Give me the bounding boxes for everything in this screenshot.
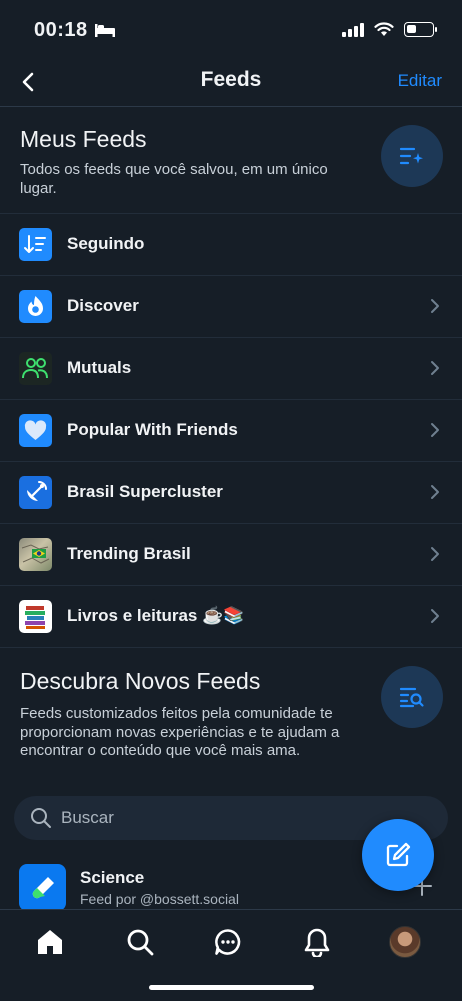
search-icon: [31, 808, 51, 828]
books-icon: [19, 600, 52, 633]
my-feeds-header: Meus Feeds Todos os feeds que você salvo…: [20, 126, 360, 198]
my-feeds-list: Seguindo Discover Mutuals Popular With F…: [0, 213, 462, 648]
feed-row-trending-brasil[interactable]: Trending Brasil: [0, 523, 462, 585]
list-search-icon: [399, 687, 424, 708]
feed-label: Popular With Friends: [67, 420, 238, 439]
avatar: [389, 926, 421, 958]
chevron-right-icon: [431, 485, 439, 499]
search-icon: [127, 929, 154, 956]
discover-header: Descubra Novos Feeds Feeds customizados …: [20, 668, 365, 761]
my-feeds-title: Meus Feeds: [20, 126, 147, 152]
chat-bubble-icon: [215, 929, 241, 955]
feed-row-seguindo[interactable]: Seguindo: [0, 213, 462, 275]
wifi-icon: [374, 22, 394, 36]
status-time: 00:18: [34, 19, 88, 41]
discover-flame-icon: [19, 290, 52, 323]
home-icon: [38, 930, 62, 954]
chevron-right-icon: [431, 423, 439, 437]
search-feeds-button[interactable]: [381, 666, 443, 728]
status-bar: 00:18: [0, 0, 462, 60]
feed-label: Mutuals: [67, 358, 132, 377]
home-indicator: [149, 985, 314, 990]
feed-name: Science: [80, 868, 145, 887]
following-sort-icon: [19, 228, 52, 261]
chevron-right-icon: [431, 361, 439, 375]
search-placeholder: Buscar: [61, 808, 114, 827]
satellite-icon: [19, 476, 52, 509]
my-feeds-description: Todos os feeds que você salvou, em um ún…: [20, 161, 328, 197]
heart-icon: [19, 414, 52, 447]
feed-row-livros-e-leituras[interactable]: Livros e leituras ☕📚: [0, 585, 462, 647]
feed-row-discover[interactable]: Discover: [0, 275, 462, 337]
brasil-map-icon: [19, 538, 52, 571]
tab-home[interactable]: [34, 926, 66, 958]
page-title: Feeds: [200, 68, 262, 91]
battery-icon: [404, 22, 437, 37]
cellular-signal-icon: [342, 22, 364, 37]
feed-row-mutuals[interactable]: Mutuals: [0, 337, 462, 399]
feed-label: Brasil Supercluster: [67, 482, 223, 501]
test-tube-icon: [19, 864, 66, 911]
compose-button[interactable]: [362, 819, 434, 891]
feed-label: Livros e leituras ☕📚: [67, 606, 245, 625]
feed-label: Seguindo: [67, 234, 145, 253]
list-sparkle-icon: [399, 147, 423, 165]
feed-label: Discover: [67, 296, 139, 315]
mutuals-people-icon: [19, 352, 52, 385]
edit-feeds-button[interactable]: [381, 125, 443, 187]
sleep-focus-icon: [95, 24, 115, 37]
bell-icon: [304, 928, 330, 957]
chevron-right-icon: [431, 299, 439, 313]
tab-profile[interactable]: [389, 926, 421, 958]
feed-label: Trending Brasil: [67, 544, 191, 563]
nav-header: Feeds Editar: [0, 60, 462, 107]
feed-row-popular-with-friends[interactable]: Popular With Friends: [0, 399, 462, 461]
compose-pencil-icon: [386, 842, 411, 867]
chevron-right-icon: [431, 609, 439, 623]
feed-row-brasil-supercluster[interactable]: Brasil Supercluster: [0, 461, 462, 523]
discover-description: Feeds customizados feitos pela comunidad…: [20, 705, 340, 759]
tab-notifications[interactable]: [301, 926, 333, 958]
tab-chat[interactable]: [212, 926, 244, 958]
discover-title: Descubra Novos Feeds: [20, 668, 261, 694]
chevron-right-icon: [431, 547, 439, 561]
edit-button[interactable]: Editar: [398, 71, 442, 91]
tab-search[interactable]: [124, 926, 156, 958]
feed-byline: Feed por @bossett.social: [80, 891, 239, 907]
